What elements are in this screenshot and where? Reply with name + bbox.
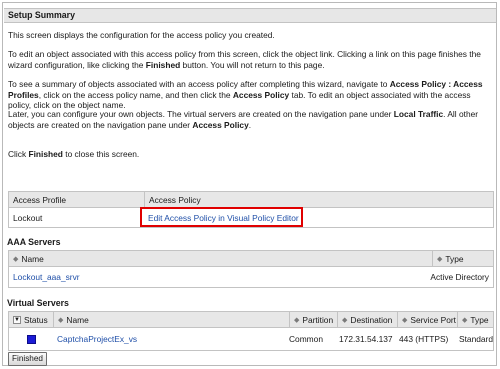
table-header-row: Access Profile Access Policy bbox=[9, 192, 493, 208]
partition-value: Common bbox=[289, 334, 323, 344]
finish-paragraph: Click Finished to close this screen. bbox=[8, 149, 140, 159]
col-name[interactable]: ◆ Name bbox=[9, 251, 432, 266]
aaa-servers-table: ◆ Name ◆ Type Lockout_aaa_srvr Active Di… bbox=[8, 250, 494, 288]
sort-arrows-icon: ◆ bbox=[294, 316, 300, 324]
col-type[interactable]: ◆ Type bbox=[457, 312, 493, 327]
col-name[interactable]: ◆ Name bbox=[53, 312, 289, 327]
sort-arrows-icon: ◆ bbox=[58, 316, 64, 324]
status-cell bbox=[23, 328, 53, 350]
destination-value: 172.31.54.137 bbox=[339, 334, 393, 344]
edit-paragraph: To edit an object associated with this a… bbox=[8, 49, 481, 70]
access-profile-name: Lockout bbox=[13, 212, 43, 223]
col-partition[interactable]: ◆ Partition bbox=[289, 312, 337, 327]
col-status[interactable]: ▼ Status bbox=[9, 312, 53, 327]
table-row: Lockout_aaa_srvr Active Directory bbox=[9, 267, 493, 287]
intro-paragraph: This screen displays the configuration f… bbox=[8, 30, 275, 40]
setup-summary-header: Setup Summary bbox=[4, 8, 496, 23]
virtual-servers-table: ▼ Status ◆ Name ◆ Partition ◆ Destinatio… bbox=[8, 311, 494, 351]
sort-arrows-icon: ◆ bbox=[462, 316, 468, 324]
configure-paragraph: Later, you can configure your own object… bbox=[8, 109, 479, 130]
col-type[interactable]: ◆ Type bbox=[432, 251, 493, 266]
sort-arrows-icon: ◆ bbox=[342, 316, 348, 324]
col-destination[interactable]: ◆ Destination bbox=[337, 312, 397, 327]
status-square-icon bbox=[27, 334, 36, 344]
col-service-port[interactable]: ◆ Service Port bbox=[397, 312, 457, 327]
service-port-value: 443 (HTTPS) bbox=[399, 334, 449, 344]
type-value: Standard bbox=[459, 334, 493, 344]
virtual-servers-title: Virtual Servers bbox=[7, 298, 69, 308]
dropdown-icon[interactable]: ▼ bbox=[13, 315, 21, 324]
summary-navigation-paragraph: To see a summary of objects associated w… bbox=[8, 79, 483, 111]
aaa-server-type: Active Directory bbox=[430, 272, 489, 282]
col-access-profile: Access Profile bbox=[13, 194, 67, 205]
finished-button[interactable]: Finished bbox=[8, 352, 47, 366]
col-access-policy: Access Policy bbox=[144, 192, 493, 207]
sort-arrows-icon: ◆ bbox=[402, 316, 408, 324]
table-row: CaptchaProjectEx_vs Common 172.31.54.137… bbox=[9, 328, 493, 350]
aaa-servers-title: AAA Servers bbox=[7, 237, 61, 247]
table-header-row: ◆ Name ◆ Type bbox=[9, 251, 493, 267]
setup-summary-title: Setup Summary bbox=[8, 10, 75, 20]
virtual-server-link[interactable]: CaptchaProjectEx_vs bbox=[53, 328, 289, 350]
highlight-box bbox=[140, 207, 303, 227]
aaa-server-link[interactable]: Lockout_aaa_srvr bbox=[9, 267, 209, 287]
table-header-row: ▼ Status ◆ Name ◆ Partition ◆ Destinatio… bbox=[9, 312, 493, 328]
sort-arrows-icon: ◆ bbox=[437, 255, 443, 263]
sort-arrows-icon: ◆ bbox=[13, 255, 19, 263]
